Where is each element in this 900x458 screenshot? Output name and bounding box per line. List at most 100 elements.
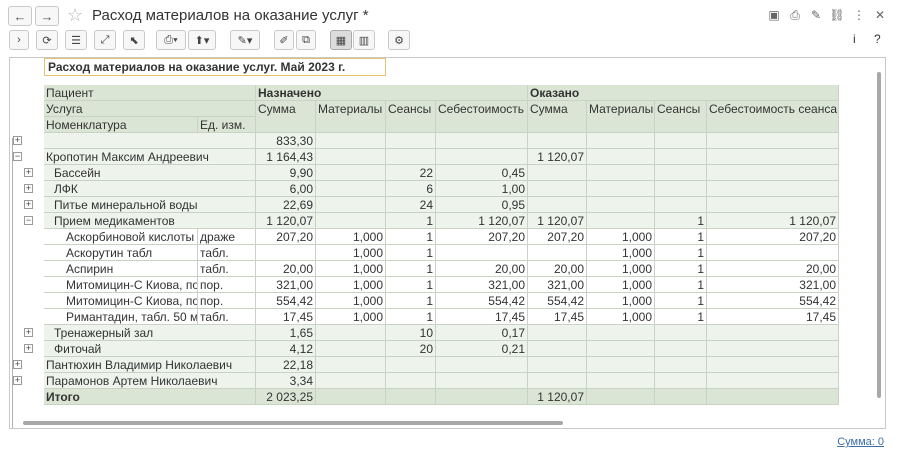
total-value[interactable] xyxy=(316,389,386,405)
total-value[interactable] xyxy=(707,389,839,405)
vertical-scroll-thumb[interactable] xyxy=(877,72,881,398)
row-value[interactable]: 1 120,07 xyxy=(256,213,316,229)
row-value[interactable] xyxy=(587,213,655,229)
row-value[interactable]: 833,30 xyxy=(256,133,316,149)
row-value[interactable] xyxy=(316,325,386,341)
row-value[interactable]: 207,20 xyxy=(528,229,587,245)
row-label[interactable]: Фиточай xyxy=(44,341,256,357)
row-value[interactable] xyxy=(316,181,386,197)
row-value[interactable] xyxy=(587,149,655,165)
row-value[interactable]: 10 xyxy=(386,325,436,341)
expand-row-icon[interactable]: + xyxy=(13,136,22,145)
print-icon[interactable]: ⎙ xyxy=(788,8,802,22)
row-value[interactable] xyxy=(528,325,587,341)
row-value[interactable] xyxy=(587,325,655,341)
row-value[interactable] xyxy=(386,357,436,373)
row-unit[interactable]: табл. xyxy=(198,245,256,261)
row-value[interactable]: 1 xyxy=(386,213,436,229)
row-value[interactable]: 0,95 xyxy=(436,197,528,213)
row-value[interactable]: 1 120,07 xyxy=(528,213,587,229)
row-value[interactable] xyxy=(316,165,386,181)
row-value[interactable] xyxy=(436,245,528,261)
header-sessions[interactable]: Сеансы xyxy=(386,101,436,133)
expand-row-icon[interactable]: + xyxy=(24,200,33,209)
row-value[interactable] xyxy=(316,373,386,389)
row-value[interactable]: 1 xyxy=(386,293,436,309)
row-value[interactable]: 1,000 xyxy=(587,277,655,293)
row-value[interactable] xyxy=(587,341,655,357)
row-value[interactable]: 554,42 xyxy=(707,293,839,309)
row-value[interactable]: 1 xyxy=(655,245,707,261)
header-patient[interactable]: Пациент xyxy=(44,85,256,101)
row-value[interactable] xyxy=(528,357,587,373)
row-value[interactable]: 1 164,43 xyxy=(256,149,316,165)
total-value[interactable] xyxy=(655,389,707,405)
info-icon[interactable]: i xyxy=(853,32,856,46)
row-unit[interactable]: пор. xyxy=(198,293,256,309)
row-value[interactable] xyxy=(386,149,436,165)
row-value[interactable]: 207,20 xyxy=(707,229,839,245)
row-value[interactable] xyxy=(436,149,528,165)
collapse-row-icon[interactable]: − xyxy=(24,216,33,225)
row-value[interactable]: 554,42 xyxy=(256,293,316,309)
row-value[interactable]: 1,65 xyxy=(256,325,316,341)
row-value[interactable]: 17,45 xyxy=(707,309,839,325)
row-value[interactable]: 20,00 xyxy=(436,261,528,277)
row-value[interactable] xyxy=(707,325,839,341)
row-value[interactable]: 554,42 xyxy=(528,293,587,309)
total-value[interactable]: 2 023,25 xyxy=(256,389,316,405)
total-value[interactable] xyxy=(386,389,436,405)
row-value[interactable] xyxy=(655,357,707,373)
header-assigned[interactable]: Назначено xyxy=(256,85,528,101)
row-value[interactable]: 0,17 xyxy=(436,325,528,341)
close-icon[interactable]: ✕ xyxy=(873,8,887,22)
row-value[interactable] xyxy=(316,149,386,165)
edit-button[interactable]: ✐ xyxy=(274,30,294,50)
row-label[interactable]: Тренажерный зал xyxy=(44,325,256,341)
expand-row-icon[interactable]: + xyxy=(24,344,33,353)
upload-menu-button[interactable]: ⬆▾ xyxy=(188,30,216,50)
row-value[interactable] xyxy=(528,181,587,197)
expand-row-icon[interactable]: + xyxy=(13,376,22,385)
row-label[interactable]: Митомицин-С Киова, по xyxy=(44,293,198,309)
row-label[interactable]: Бассейн xyxy=(44,165,256,181)
row-label[interactable]: Митомицин-С Киова, по xyxy=(44,277,198,293)
row-value[interactable] xyxy=(655,149,707,165)
row-value[interactable]: 6,00 xyxy=(256,181,316,197)
row-value[interactable] xyxy=(528,197,587,213)
row-value[interactable] xyxy=(587,133,655,149)
row-value[interactable]: 1 xyxy=(386,245,436,261)
header-materials-done[interactable]: Материалы xyxy=(587,101,655,133)
row-value[interactable]: 20,00 xyxy=(528,261,587,277)
header-sessions-done[interactable]: Сеансы xyxy=(655,101,707,133)
expand-row-icon[interactable]: + xyxy=(24,184,33,193)
row-value[interactable]: 17,45 xyxy=(256,309,316,325)
row-label[interactable]: ЛФК xyxy=(44,181,256,197)
row-label[interactable]: Римантадин, табл. 50 м xyxy=(44,309,198,325)
row-value[interactable]: 1,000 xyxy=(587,309,655,325)
row-value[interactable]: 1,000 xyxy=(316,261,386,277)
row-value[interactable]: 22 xyxy=(386,165,436,181)
row-value[interactable] xyxy=(707,149,839,165)
expand-row-icon[interactable]: + xyxy=(24,328,33,337)
row-label[interactable] xyxy=(44,133,256,149)
sum-status-link[interactable]: Сумма: 0 xyxy=(837,436,884,448)
table-view-button[interactable]: ▦ xyxy=(330,30,352,50)
row-value[interactable] xyxy=(655,133,707,149)
more-icon[interactable]: ⋮ xyxy=(852,8,866,22)
row-value[interactable]: 321,00 xyxy=(528,277,587,293)
row-value[interactable]: 321,00 xyxy=(256,277,316,293)
print-menu-button[interactable]: ⎙▾ xyxy=(156,30,186,50)
row-value[interactable] xyxy=(587,197,655,213)
row-value[interactable] xyxy=(655,325,707,341)
row-value[interactable] xyxy=(655,373,707,389)
total-value[interactable]: 1 120,07 xyxy=(528,389,587,405)
header-unit[interactable]: Ед. изм. xyxy=(198,117,256,133)
row-value[interactable]: 207,20 xyxy=(256,229,316,245)
row-value[interactable] xyxy=(655,341,707,357)
row-value[interactable]: 4,12 xyxy=(256,341,316,357)
favorite-star-icon[interactable]: ☆ xyxy=(67,5,83,26)
vertical-scrollbar[interactable] xyxy=(875,60,883,416)
row-value[interactable]: 1 xyxy=(655,293,707,309)
total-value[interactable] xyxy=(587,389,655,405)
